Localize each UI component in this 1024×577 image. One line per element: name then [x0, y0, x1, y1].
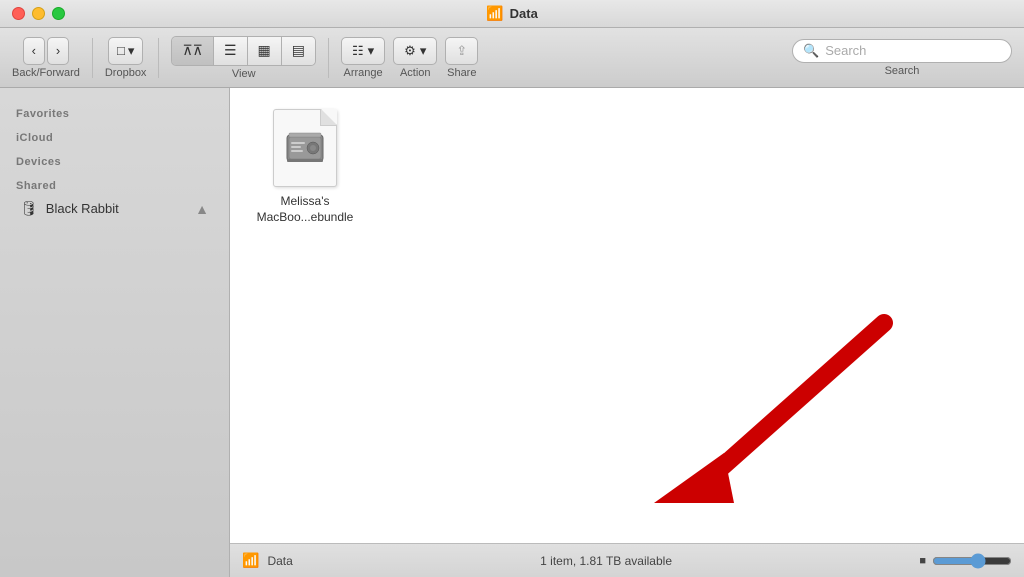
maximize-button[interactable]: [52, 7, 65, 20]
red-arrow: [624, 303, 924, 523]
list-view-button[interactable]: ☰: [214, 37, 248, 65]
forward-button[interactable]: ›: [47, 37, 69, 65]
share-icon: ⇪: [456, 43, 467, 59]
drive-icon: 🛢: [20, 200, 38, 217]
action-group: ⚙ ▾ Action: [393, 37, 437, 79]
arrange-group: ☷ ▾ Arrange: [341, 37, 385, 79]
window-title-icon: 📶: [486, 5, 503, 22]
toolbar: ‹ › Back/Forward □ ▾ Dropbox ⊼⊼ ☰ ▦ ▤ Vi…: [0, 28, 1024, 88]
eject-icon[interactable]: ▲: [195, 201, 209, 217]
status-drive-icon: 📶: [242, 552, 259, 569]
status-drive-name: Data: [267, 554, 292, 568]
sidebar-section-icloud: iCloud: [0, 124, 229, 148]
sidebar-section-shared: Shared: [0, 172, 229, 196]
sidebar: Favorites iCloud Devices Shared 🛢 Black …: [0, 88, 230, 577]
action-label: Action: [400, 67, 431, 79]
title-bar: 📶 Data: [0, 0, 1024, 28]
sidebar-section-favorites: Favorites: [0, 100, 229, 124]
action-chevron-icon: ▾: [420, 43, 427, 59]
share-button[interactable]: ⇪: [445, 37, 478, 65]
window-title: 📶 Data: [486, 5, 538, 22]
back-forward-label: Back/Forward: [12, 67, 80, 79]
minimize-button[interactable]: [32, 7, 45, 20]
close-button[interactable]: [12, 7, 25, 20]
sidebar-item-label: Black Rabbit: [46, 201, 119, 216]
content-main: Melissa's MacBoo...ebundle: [230, 88, 1024, 543]
window-title-text: Data: [510, 6, 538, 21]
gallery-view-button[interactable]: ▤: [282, 37, 315, 65]
action-button[interactable]: ⚙ ▾: [393, 37, 437, 65]
dropbox-button[interactable]: □ ▾: [108, 37, 143, 65]
dropbox-icon: □: [117, 43, 125, 58]
dropbox-chevron-icon: ▾: [128, 43, 135, 59]
file-icon-wrapper: [265, 108, 345, 188]
column-view-button[interactable]: ▦: [248, 37, 282, 65]
separator-3: [328, 38, 329, 78]
status-info: 1 item, 1.81 TB available: [293, 554, 920, 568]
zoom-minus-icon: ■: [919, 555, 926, 567]
zoom-slider[interactable]: [932, 553, 1012, 569]
sidebar-item-black-rabbit[interactable]: 🛢 Black Rabbit ▲: [4, 196, 225, 221]
status-bar: 📶 Data 1 item, 1.81 TB available ■: [230, 543, 1024, 577]
view-group: ⊼⊼ ☰ ▦ ▤ View: [171, 36, 316, 80]
document-icon: [273, 109, 337, 187]
hdd-svg-icon: [285, 129, 325, 167]
file-label: Melissa's MacBoo...ebundle: [250, 194, 360, 225]
traffic-lights: [12, 7, 65, 20]
view-btn-group: ⊼⊼ ☰ ▦ ▤: [171, 36, 316, 66]
gear-icon: ⚙: [404, 43, 416, 59]
arrange-chevron-icon: ▾: [368, 43, 375, 59]
search-input-wrapper[interactable]: 🔍: [792, 39, 1012, 63]
main: Favorites iCloud Devices Shared 🛢 Black …: [0, 88, 1024, 577]
share-group: ⇪ Share: [445, 37, 478, 79]
dropbox-group: □ ▾ Dropbox: [105, 37, 147, 79]
arrange-icon: ☷: [352, 43, 364, 59]
status-left: 📶 Data: [242, 552, 293, 569]
back-forward-group: ‹ › Back/Forward: [12, 37, 80, 79]
file-item[interactable]: Melissa's MacBoo...ebundle: [250, 108, 360, 225]
search-icon: 🔍: [803, 43, 819, 59]
doc-corner: [320, 110, 336, 126]
back-button[interactable]: ‹: [23, 37, 45, 65]
separator-2: [158, 38, 159, 78]
search-label: Search: [885, 65, 920, 77]
dropbox-label: Dropbox: [105, 67, 147, 79]
share-label: Share: [447, 67, 476, 79]
sidebar-section-devices: Devices: [0, 148, 229, 172]
status-right: ■: [919, 553, 1012, 569]
search-bar: 🔍 Search: [792, 39, 1012, 77]
separator-1: [92, 38, 93, 78]
content-area: Melissa's MacBoo...ebundle 📶 Data: [230, 88, 1024, 577]
search-input[interactable]: [825, 43, 1001, 58]
icon-view-button[interactable]: ⊼⊼: [172, 37, 214, 65]
view-label: View: [232, 68, 256, 80]
arrange-label: Arrange: [343, 67, 382, 79]
arrange-button[interactable]: ☷ ▾: [341, 37, 385, 65]
